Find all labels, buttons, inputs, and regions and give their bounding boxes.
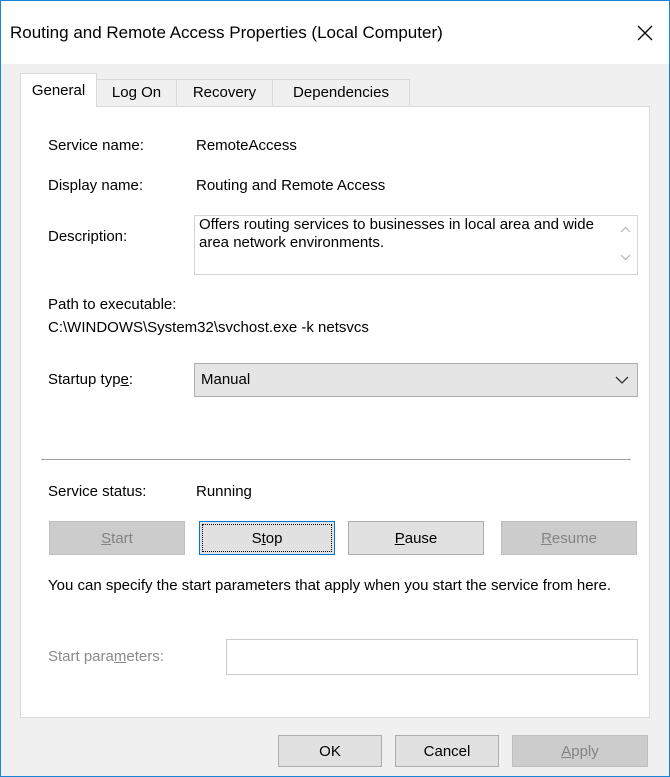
scroll-down-icon[interactable]: [620, 254, 631, 261]
pause-button[interactable]: Pause: [348, 521, 484, 555]
description-scrollbar[interactable]: [615, 216, 637, 274]
tab-dependencies[interactable]: Dependencies: [272, 79, 410, 105]
tab-general[interactable]: General: [20, 73, 97, 107]
apply-button[interactable]: Apply: [512, 735, 648, 767]
title-bar[interactable]: Routing and Remote Access Properties (Lo…: [1, 1, 669, 64]
close-icon: [637, 25, 653, 41]
start-button[interactable]: Start: [49, 521, 185, 555]
tab-recovery[interactable]: Recovery: [176, 79, 273, 105]
general-tab-panel: Service name: RemoteAccess Display name:…: [20, 106, 650, 718]
path-value: C:\WINDOWS\System32\svchost.exe -k netsv…: [48, 319, 369, 336]
chevron-down-icon: [615, 376, 629, 384]
display-name-label: Display name:: [48, 177, 144, 194]
startup-type-label: Startup type:: [48, 371, 134, 388]
start-parameters-label: Start parameters:: [48, 648, 164, 665]
display-name-value: Routing and Remote Access: [196, 177, 386, 194]
description-label: Description:: [48, 228, 128, 245]
start-parameters-info: You can specify the start parameters tha…: [48, 577, 612, 594]
tab-general-label: General: [31, 82, 86, 99]
scroll-up-icon[interactable]: [620, 226, 631, 233]
service-status-label: Service status:: [48, 483, 147, 500]
description-text: Offers routing services to businesses in…: [199, 216, 594, 251]
separator: [41, 459, 631, 460]
ok-button[interactable]: OK: [278, 735, 382, 767]
cancel-button[interactable]: Cancel: [395, 735, 499, 767]
startup-type-select[interactable]: Manual: [194, 363, 638, 397]
service-name-value: RemoteAccess: [196, 137, 297, 154]
tab-log-on-label: Log On: [111, 84, 162, 101]
tab-log-on[interactable]: Log On: [96, 79, 177, 105]
startup-type-value: Manual: [201, 371, 251, 388]
service-status-value: Running: [196, 483, 252, 500]
start-parameters-input[interactable]: [226, 639, 638, 675]
service-name-label: Service name:: [48, 137, 144, 154]
description-box[interactable]: Offers routing services to businesses in…: [194, 215, 638, 275]
stop-button[interactable]: St op: [199, 521, 335, 555]
tab-dependencies-label: Dependencies: [293, 84, 389, 101]
dialog-window: Routing and Remote Access Properties (Lo…: [0, 0, 670, 777]
window-title: Routing and Remote Access Properties (Lo…: [10, 23, 443, 42]
path-label: Path to executable:: [48, 296, 177, 313]
close-button[interactable]: [627, 15, 663, 51]
resume-button[interactable]: Resume: [501, 521, 637, 555]
tab-recovery-label: Recovery: [192, 84, 257, 101]
